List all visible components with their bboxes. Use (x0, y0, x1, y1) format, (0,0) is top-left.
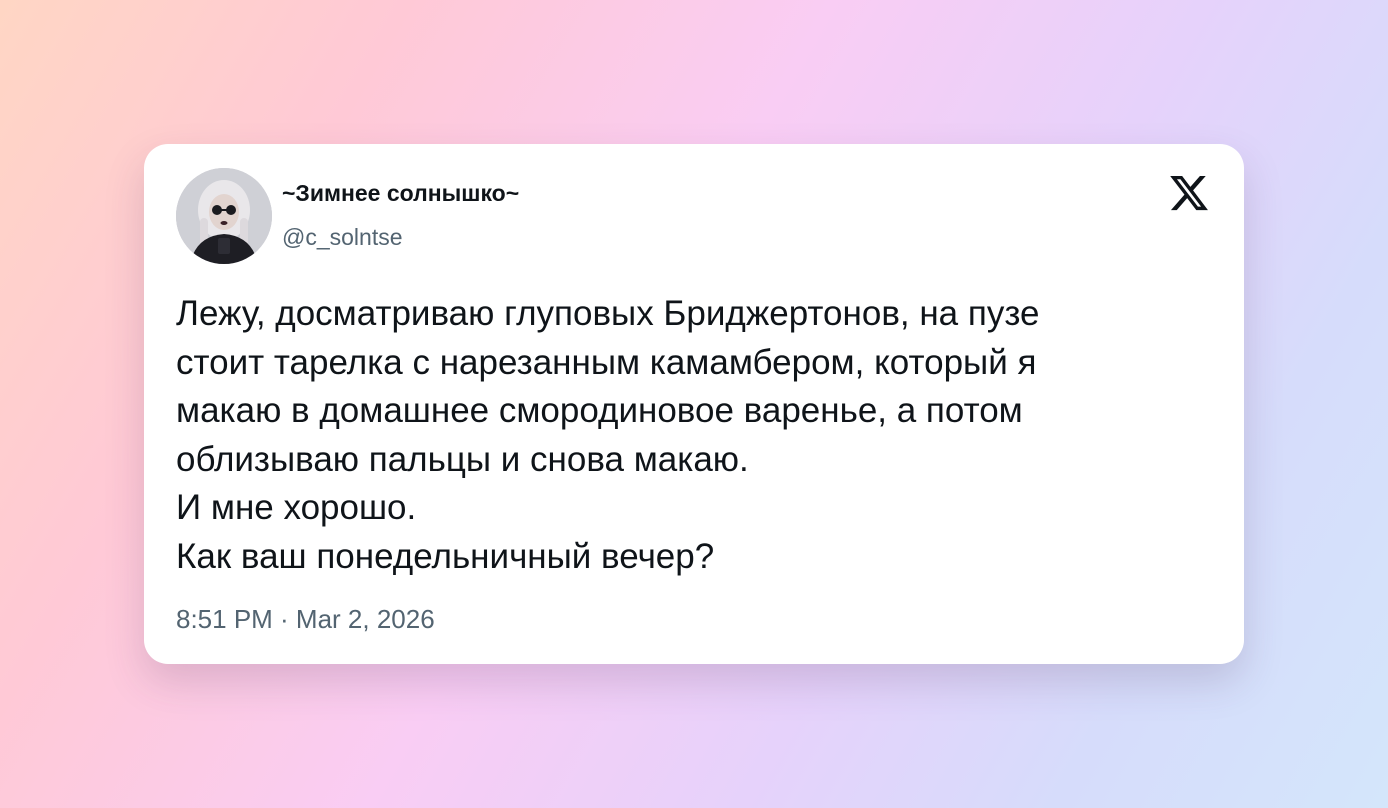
tweet-text-line: стоит тарелка с нарезанным камамбером, к… (176, 342, 1037, 382)
tweet-text: Лежу, досматриваю глуповых Бриджертонов,… (176, 290, 1206, 581)
tweet-text-line: макаю в домашнее смородиновое варенье, а… (176, 391, 1023, 430)
author-display-name[interactable]: ~Зимнее солнышко~ (282, 180, 519, 207)
avatar[interactable] (176, 168, 272, 264)
author-handle[interactable]: @c_solntse (282, 224, 403, 251)
x-logo-icon[interactable] (1168, 172, 1210, 214)
avatar-image (176, 168, 272, 264)
tweet-text-line: облизываю пальцы и снова макаю. (176, 439, 749, 479)
tweet-text-line: И мне хорошо. (176, 488, 417, 527)
tweet-timestamp[interactable]: 8:51 PM · Mar 2, 2026 (176, 604, 435, 635)
tweet-card: ~Зимнее солнышко~ @c_solntse Лежу, досма… (144, 144, 1244, 664)
tweet-text-line: Лежу, досматриваю глуповых Бриджертонов,… (176, 294, 1040, 333)
tweet-text-line: Как ваш понедельничный вечер? (176, 536, 715, 576)
